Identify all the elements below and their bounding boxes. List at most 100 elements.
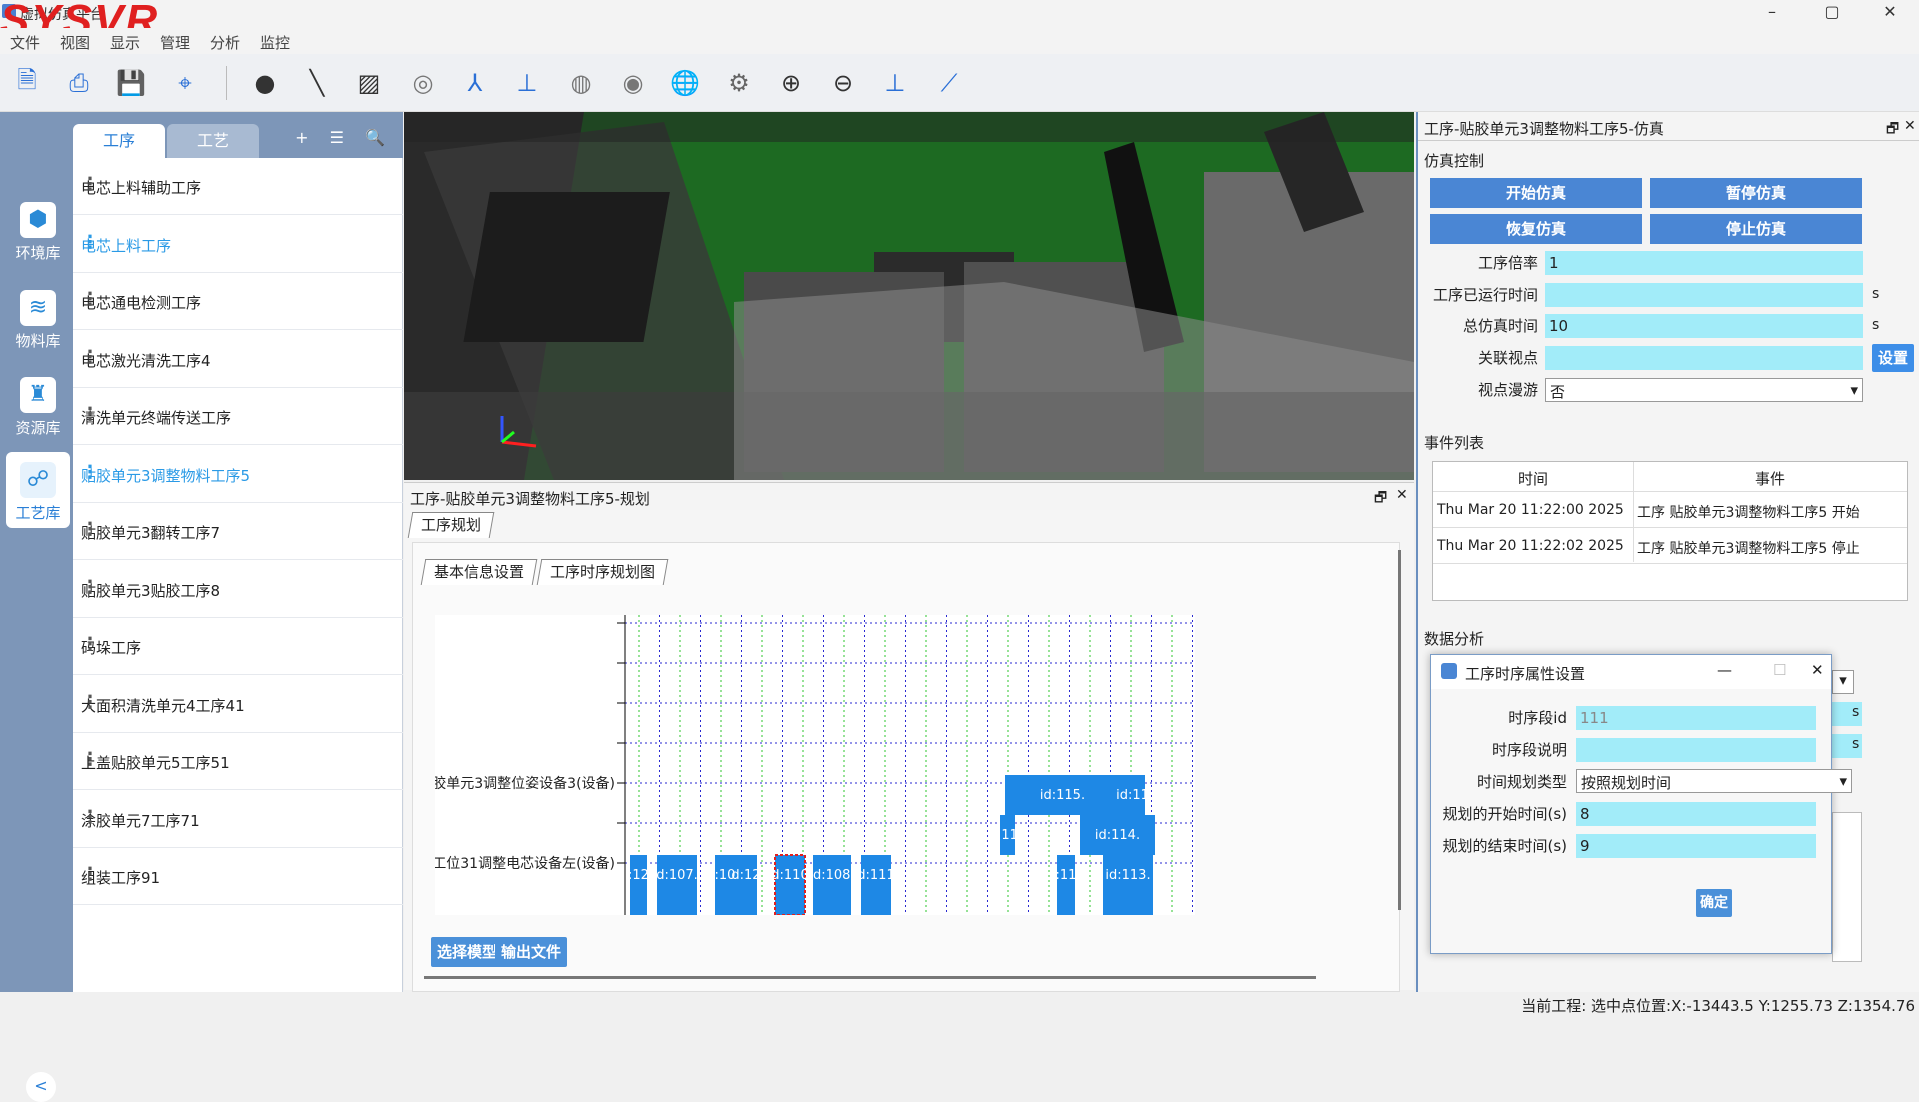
more-vertical-icon[interactable]: ⋮ — [81, 347, 391, 368]
tab-timing-chart[interactable]: 工序时序规划图 — [536, 559, 669, 585]
tab-basic-info[interactable]: 基本信息设置 — [420, 559, 538, 585]
list-item[interactable]: 电芯激光清洗工序4 ⋮ — [73, 331, 403, 388]
timing-gantt-chart[interactable]: 贴胶单元3调整位姿设备3(设备) 工位31调整电芯设备左(设备) id:115. id… — [418, 615, 1195, 916]
menu-manage[interactable]: 管理 — [160, 32, 190, 53]
set-viewpoint-button[interactable]: 设置 — [1872, 344, 1915, 372]
bar-label: d:12 — [731, 868, 760, 883]
start-sim-button[interactable]: 开始仿真 — [1430, 178, 1642, 208]
vertical-scrollbar[interactable] — [1398, 550, 1401, 910]
rate-input[interactable]: 1 — [1545, 251, 1863, 275]
minimize-button[interactable]: – — [1752, 2, 1792, 24]
zoom-in-icon[interactable]: ⊕ — [772, 64, 810, 102]
float-panel-icon[interactable]: 🗗 — [1886, 118, 1899, 142]
maximize-button[interactable]: ▢ — [1812, 2, 1852, 24]
menu-file[interactable]: 文件 — [10, 32, 40, 53]
resume-sim-button[interactable]: 恢复仿真 — [1430, 214, 1642, 244]
minimize-button[interactable]: — — [1717, 661, 1732, 679]
more-vertical-icon[interactable]: ⋮ — [81, 404, 391, 425]
more-vertical-icon[interactable]: ⋮ — [81, 749, 391, 770]
nav-environment-library[interactable]: ⬢ 环境库 — [6, 192, 70, 268]
circle-icon[interactable]: ◎ — [404, 64, 442, 102]
more-vertical-icon[interactable]: ⋮ — [81, 289, 391, 310]
menu-view[interactable]: 视图 — [60, 32, 90, 53]
elapsed-time-input[interactable] — [1545, 283, 1863, 307]
list-item[interactable]: 清洗单元终端传送工序 ⋮ — [73, 388, 403, 445]
list-item[interactable]: 组装工序91 ⋮ — [73, 848, 403, 905]
hatch-icon[interactable]: ▨ — [350, 64, 388, 102]
sphere-grid-icon[interactable]: ◉ — [614, 64, 652, 102]
menu-analyze[interactable]: 分析 — [210, 32, 240, 53]
close-button[interactable]: ✕ — [1811, 661, 1824, 679]
close-panel-icon[interactable]: ✕ — [1396, 487, 1408, 503]
float-panel-icon[interactable]: 🗗 — [1374, 487, 1387, 511]
document-icon[interactable]: 🗎 — [8, 64, 46, 102]
close-button[interactable]: ✕ — [1870, 2, 1910, 24]
chart-line-icon[interactable]: ⟋ — [930, 64, 968, 102]
sphere-globe-icon[interactable]: 🌐 — [666, 64, 704, 102]
list-item[interactable]: 电芯上料工序 ⋮ — [73, 216, 403, 273]
more-vertical-icon[interactable]: ⋮ — [81, 462, 391, 483]
horizontal-scrollbar[interactable] — [424, 976, 1316, 979]
axes-3d-icon[interactable]: ⊥ — [508, 64, 546, 102]
more-vertical-icon[interactable]: ⋮ — [81, 519, 391, 540]
zoom-out-icon[interactable]: ⊖ — [824, 64, 862, 102]
menu-monitor[interactable]: 监控 — [260, 32, 290, 53]
point-icon[interactable]: ● — [246, 64, 284, 102]
more-vertical-icon[interactable]: ⋮ — [81, 577, 391, 598]
pause-sim-button[interactable]: 暂停仿真 — [1650, 178, 1862, 208]
maximize-button[interactable]: ☐ — [1773, 661, 1786, 679]
export-file-button[interactable]: 输出文件 — [495, 937, 568, 967]
menu-display[interactable]: 显示 — [110, 32, 140, 53]
collapse-button[interactable]: < — [26, 1072, 56, 1102]
more-vertical-icon[interactable]: ⋮ — [81, 864, 391, 885]
list-item[interactable]: 码垛工序 ⋮ — [73, 618, 403, 675]
robot-arm-icon[interactable]: ⚙ — [720, 64, 758, 102]
more-vertical-icon[interactable]: ⋮ — [81, 692, 391, 713]
coordinate-icon[interactable]: ⊥ — [876, 64, 914, 102]
map-pin-icon[interactable]: ⌖ — [166, 64, 204, 102]
list-item[interactable]: 涂胶单元7工序71 ⋮ — [73, 791, 403, 848]
more-vertical-icon[interactable]: ⋮ — [81, 232, 391, 253]
select-model-button[interactable]: 选择模型 — [431, 937, 504, 967]
more-vertical-icon[interactable]: ⋮ — [81, 634, 391, 655]
list-item[interactable]: 大面积清洗单元4工序41 ⋮ — [73, 676, 403, 733]
more-vertical-icon[interactable]: ⋮ — [81, 174, 391, 195]
total-time-input[interactable]: 10 — [1545, 314, 1863, 338]
line-icon[interactable]: ╲ — [298, 64, 336, 102]
tab-procedure[interactable]: 工序 — [73, 124, 165, 158]
axes-icon[interactable]: ⅄ — [456, 64, 494, 102]
3d-viewport[interactable] — [404, 112, 1414, 480]
roam-select[interactable]: 否 ▾ — [1545, 378, 1863, 402]
plan-type-select[interactable]: 按照规划时间 ▾ — [1576, 769, 1852, 793]
nav-process-library[interactable]: ☍ 工艺库 — [6, 452, 70, 528]
add-list-search-icons[interactable]: + ☰ 🔍 — [295, 128, 393, 147]
unit-label: s — [1852, 704, 1860, 720]
print-icon[interactable]: ⎙ — [60, 64, 98, 102]
nav-resource-library[interactable]: ♜ 资源库 — [6, 367, 70, 443]
start-time-input[interactable]: 8 — [1576, 802, 1816, 826]
sphere-wire-icon[interactable]: ◍ — [562, 64, 600, 102]
list-item[interactable]: 电芯通电检测工序 ⋮ — [73, 273, 403, 330]
stop-sim-button[interactable]: 停止仿真 — [1650, 214, 1862, 244]
list-item[interactable]: 贴胶单元3调整物料工序5 ⋮ — [73, 446, 403, 503]
save-icon[interactable]: 💾 — [112, 64, 150, 102]
analysis-select-chevron[interactable]: ▾ — [1832, 670, 1854, 694]
close-panel-icon[interactable]: ✕ — [1904, 118, 1916, 134]
list-item[interactable]: 贴胶单元3贴胶工序8 ⋮ — [73, 561, 403, 618]
table-header: 时间 事件 — [1433, 462, 1907, 492]
list-item[interactable]: 上盖贴胶单元5工序51 ⋮ — [73, 733, 403, 790]
list-item[interactable]: 电芯上料辅助工序 ⋮ — [73, 158, 403, 215]
segment-id-input[interactable]: 111 — [1576, 706, 1816, 730]
tab-procedure-planning[interactable]: 工序规划 — [407, 512, 495, 538]
nav-material-library[interactable]: ≋ 物料库 — [6, 280, 70, 356]
table-row[interactable]: Thu Mar 20 11:22:02 2025 工序 贴胶单元3调整物料工序5… — [1433, 528, 1907, 564]
end-time-input[interactable]: 9 — [1576, 834, 1816, 858]
tab-craft[interactable]: 工艺 — [167, 124, 259, 158]
table-row[interactable]: Thu Mar 20 11:22:00 2025 工序 贴胶单元3调整物料工序5… — [1433, 492, 1907, 528]
confirm-button[interactable]: 确定 — [1696, 889, 1732, 917]
field-label: 视点漫游 — [1477, 381, 1538, 399]
segment-desc-input[interactable] — [1576, 738, 1816, 762]
more-vertical-icon[interactable]: ⋮ — [81, 807, 391, 828]
list-item[interactable]: 贴胶单元3翻转工序7 ⋮ — [73, 503, 403, 560]
viewpoint-input[interactable] — [1545, 346, 1863, 370]
